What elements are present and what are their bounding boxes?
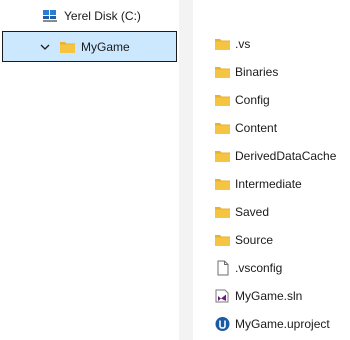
file-name: Source xyxy=(235,233,274,247)
file-name: .vs xyxy=(235,37,251,51)
folder-icon xyxy=(214,177,231,191)
pane-divider[interactable] xyxy=(179,0,193,340)
folder-icon xyxy=(59,40,76,54)
file-name: Binaries xyxy=(235,65,279,79)
folder-icon xyxy=(214,149,231,163)
list-item[interactable]: Binaries xyxy=(214,58,344,86)
folder-icon xyxy=(214,65,231,79)
list-item[interactable]: MyGame.uproject xyxy=(214,310,344,338)
file-name: DerivedDataCache xyxy=(235,149,337,163)
list-item[interactable]: DerivedDataCache xyxy=(214,142,344,170)
file-name: Saved xyxy=(235,205,270,219)
folder-icon xyxy=(214,37,231,51)
list-item[interactable]: Saved xyxy=(214,198,344,226)
file-name: MyGame.uproject xyxy=(235,317,330,331)
folder-icon xyxy=(214,233,231,247)
tree-item-label: Yerel Disk (C:) xyxy=(64,9,141,23)
navigation-pane: Yerel Disk (C:) MyGame xyxy=(0,0,179,340)
chevron-down-icon[interactable] xyxy=(31,43,59,51)
folder-icon xyxy=(214,121,231,135)
visual-studio-solution-icon xyxy=(214,288,231,304)
list-item[interactable]: .vsconfig xyxy=(214,254,344,282)
list-item[interactable]: Intermediate xyxy=(214,170,344,198)
file-name: MyGame.sln xyxy=(235,289,303,303)
list-item[interactable]: .vs xyxy=(214,30,344,58)
file-name: Intermediate xyxy=(235,177,302,191)
unreal-project-icon xyxy=(214,316,231,332)
folder-icon xyxy=(214,205,231,219)
tree-item-mygame[interactable]: MyGame xyxy=(2,31,177,62)
list-item[interactable]: MyGame.sln xyxy=(214,282,344,310)
hard-drive-icon xyxy=(42,9,58,23)
file-name: Config xyxy=(235,93,270,107)
list-item[interactable]: Config xyxy=(214,86,344,114)
document-icon xyxy=(214,260,231,276)
file-name: .vsconfig xyxy=(235,261,283,275)
list-item[interactable]: Source xyxy=(214,226,344,254)
file-name: Content xyxy=(235,121,278,135)
tree-item-label: MyGame xyxy=(81,39,130,54)
tree-item-local-disk[interactable]: Yerel Disk (C:) xyxy=(42,2,141,30)
folder-icon xyxy=(214,93,231,107)
list-item[interactable]: Content xyxy=(214,114,344,142)
